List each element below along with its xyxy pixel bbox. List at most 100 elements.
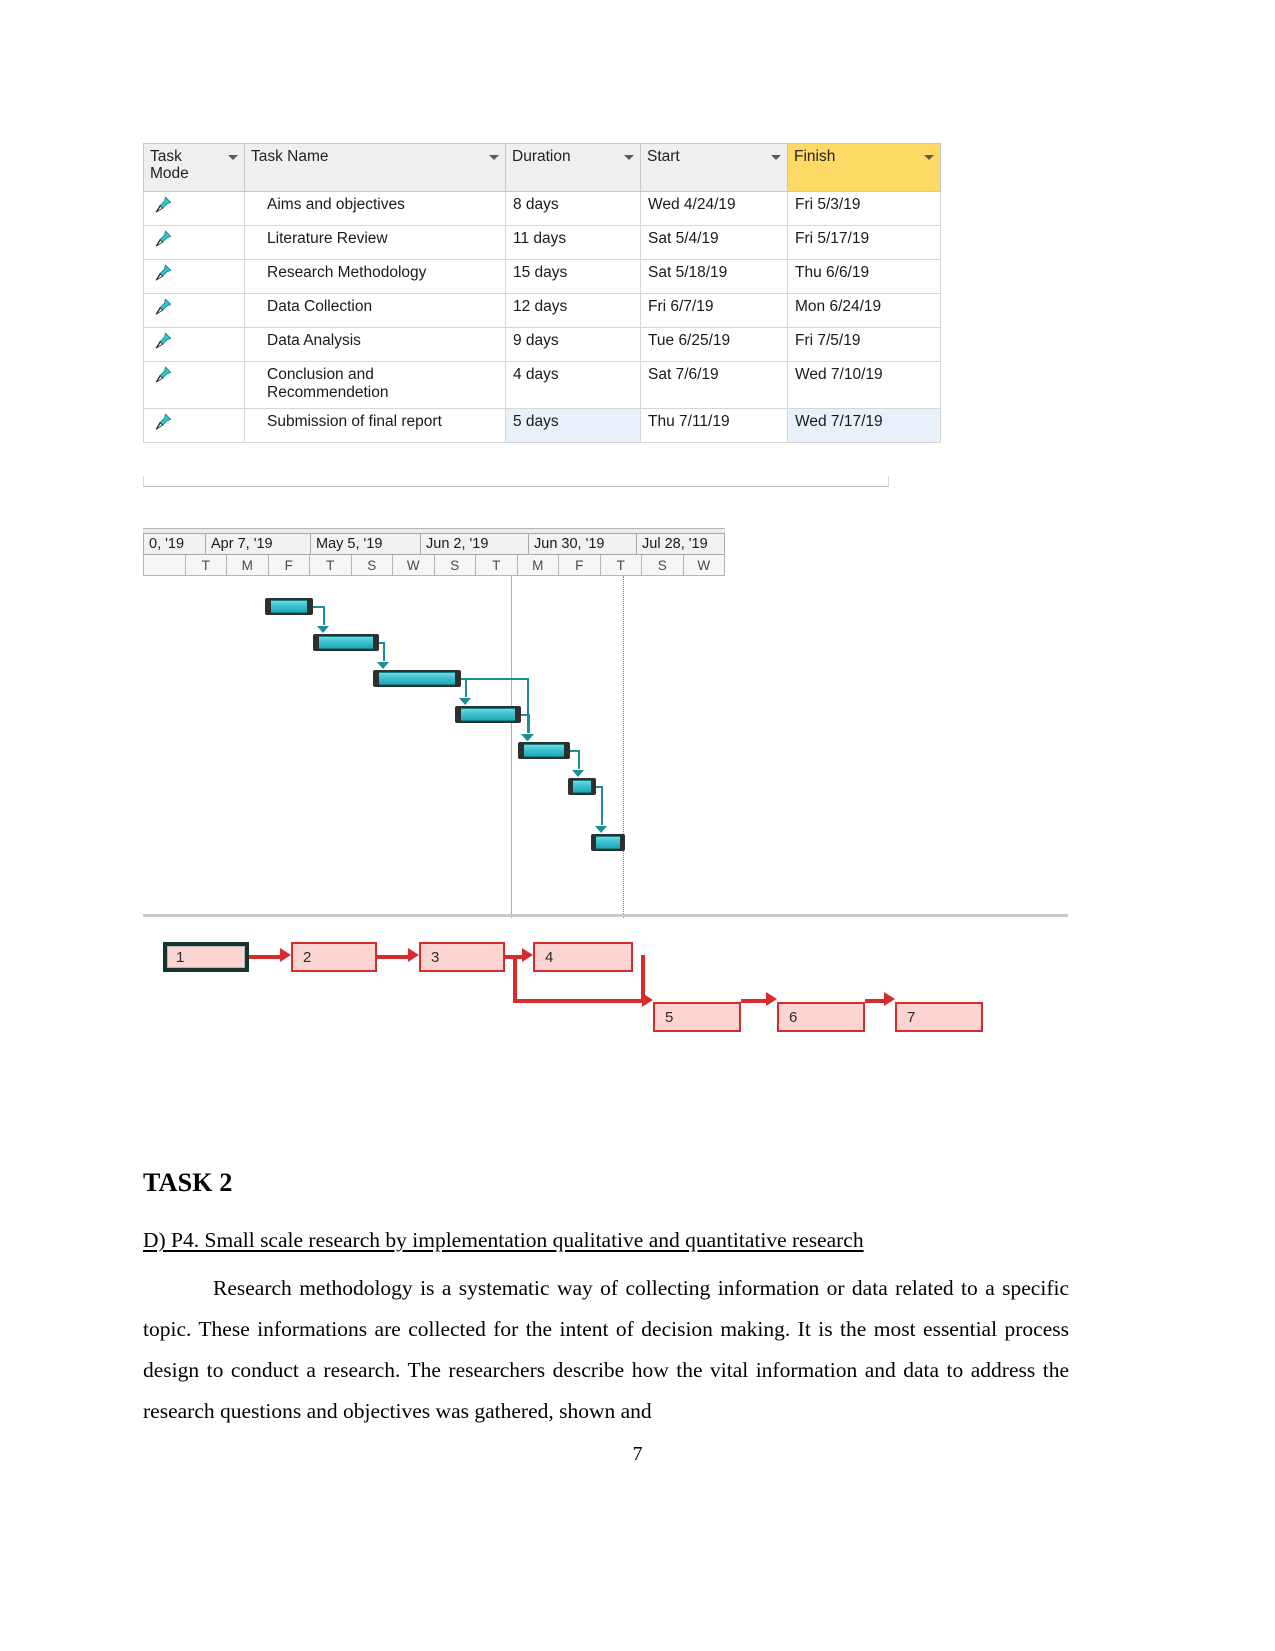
column-header-task-mode-label: Task Mode [150, 148, 189, 183]
cell-task-name[interactable]: Literature Review [244, 224, 506, 260]
network-node[interactable]: 7 [895, 1002, 983, 1032]
table-row[interactable]: Data Collection 12 days Fri 6/7/19 Mon 6/24… [143, 292, 941, 328]
cell-task-name[interactable]: Data Analysis [244, 326, 506, 362]
cell-start[interactable]: Fri 6/7/19 [640, 292, 788, 328]
cell-start[interactable]: Sat 5/4/19 [640, 224, 788, 260]
network-node[interactable]: 2 [291, 942, 377, 972]
cell-duration[interactable]: 5 days [505, 408, 641, 444]
gantt-bar[interactable] [313, 634, 379, 651]
table-row[interactable]: Literature Review 11 days Sat 5/4/19 Fri 5/… [143, 224, 941, 260]
cell-task-mode[interactable] [143, 326, 245, 362]
cell-duration[interactable]: 4 days [505, 360, 641, 410]
column-header-task-name-label: Task Name [251, 148, 329, 165]
cell-task-mode[interactable] [143, 360, 245, 410]
column-header-start[interactable]: Start [640, 143, 788, 192]
cell-duration[interactable]: 9 days [505, 326, 641, 362]
gantt-dependency-arrow [595, 826, 607, 833]
gantt-bar[interactable] [455, 706, 521, 723]
cell-start[interactable]: Wed 4/24/19 [640, 191, 788, 226]
network-edge-arrow [280, 948, 291, 962]
pin-icon [154, 365, 172, 384]
chevron-down-icon[interactable] [771, 155, 781, 160]
network-node[interactable]: 1 [163, 942, 249, 972]
network-edge [641, 999, 642, 1003]
cell-finish[interactable]: Wed 7/10/19 [787, 360, 941, 410]
pin-icon [154, 264, 172, 282]
network-edge [513, 999, 642, 1003]
gantt-dependency-link [570, 750, 578, 752]
gantt-bar[interactable] [591, 834, 625, 851]
gantt-bar[interactable] [568, 778, 596, 795]
cell-start[interactable]: Sat 7/6/19 [640, 360, 788, 410]
cell-task-mode[interactable] [143, 258, 245, 294]
column-header-start-label: Start [647, 148, 680, 165]
chevron-down-icon[interactable] [624, 155, 634, 160]
project-task-table: Task Mode Task Name Duration Start Finis… [143, 143, 941, 444]
gantt-dependency-arrow [377, 662, 389, 669]
timeline-day-cell: T [475, 555, 517, 576]
timeline-month-cell: Jun 30, '19 [528, 533, 636, 555]
gantt-bar[interactable] [518, 742, 570, 759]
network-node-label: 6 [789, 1008, 798, 1026]
cell-finish[interactable]: Mon 6/24/19 [787, 292, 941, 328]
network-node[interactable]: 4 [533, 942, 633, 972]
cell-duration[interactable]: 11 days [505, 224, 641, 260]
gantt-dependency-link [578, 750, 580, 769]
project-table-footer-row [143, 476, 889, 487]
cell-start[interactable]: Tue 6/25/19 [640, 326, 788, 362]
chevron-down-icon[interactable] [924, 155, 934, 160]
cell-task-name[interactable]: Submission of final report [244, 408, 506, 444]
network-edge-arrow [408, 948, 419, 962]
cell-duration[interactable]: 15 days [505, 258, 641, 294]
network-node[interactable]: 6 [777, 1002, 865, 1032]
column-header-duration[interactable]: Duration [505, 143, 641, 192]
column-header-task-name[interactable]: Task Name [244, 143, 506, 192]
table-row[interactable]: Research Methodology 15 days Sat 5/18/19 Th… [143, 258, 941, 294]
chevron-down-icon[interactable] [228, 155, 238, 160]
timeline-day-cell: M [226, 555, 268, 576]
gantt-dependency-link [323, 606, 325, 625]
network-node[interactable]: 3 [419, 942, 505, 972]
cell-task-mode[interactable] [143, 191, 245, 226]
column-header-finish-label: Finish [794, 148, 836, 165]
cell-finish[interactable]: Wed 7/17/19 [787, 408, 941, 444]
cell-task-name[interactable]: Research Methodology [244, 258, 506, 294]
pin-icon [154, 230, 172, 248]
cell-finish[interactable]: Fri 5/17/19 [787, 224, 941, 260]
cell-duration[interactable]: 8 days [505, 191, 641, 226]
table-row[interactable]: Submission of final report 5 days Thu 7/11… [143, 408, 941, 444]
gantt-dependency-link [383, 642, 385, 661]
cell-start[interactable]: Sat 5/18/19 [640, 258, 788, 294]
cell-task-mode[interactable] [143, 292, 245, 328]
cell-start[interactable]: Thu 7/11/19 [640, 408, 788, 444]
cell-finish[interactable]: Thu 6/6/19 [787, 258, 941, 294]
table-row[interactable]: Data Analysis 9 days Tue 6/25/19 Fri 7/5/19 [143, 326, 941, 362]
table-row[interactable]: Conclusion and Recommendetion 4 days Sat 7… [143, 360, 941, 410]
cell-finish[interactable]: Fri 5/3/19 [787, 191, 941, 226]
gantt-dependency-arrow [572, 770, 584, 777]
pin-icon [154, 413, 172, 431]
gantt-dependency-arrow [521, 734, 533, 741]
cell-task-name[interactable]: Aims and objectives [244, 191, 506, 226]
column-header-task-mode[interactable]: Task Mode [143, 143, 245, 192]
cell-task-name[interactable]: Conclusion and Recommendetion [244, 360, 506, 410]
column-header-finish[interactable]: Finish [787, 143, 941, 192]
timeline-month-cell: Jul 28, '19 [636, 533, 725, 555]
gantt-dependency-link [465, 678, 467, 697]
cell-task-mode[interactable] [143, 224, 245, 260]
gantt-dependency-link [527, 678, 529, 733]
gantt-bar[interactable] [265, 598, 313, 615]
network-edge-arrow [522, 948, 533, 962]
network-node-label: 5 [665, 1008, 674, 1026]
chevron-down-icon[interactable] [489, 155, 499, 160]
selection-frame: 1 [163, 942, 249, 972]
network-node[interactable]: 5 [653, 1002, 741, 1032]
cell-duration[interactable]: 12 days [505, 292, 641, 328]
gantt-bar[interactable] [373, 670, 461, 687]
cell-task-mode[interactable] [143, 408, 245, 444]
cell-task-name[interactable]: Data Collection [244, 292, 506, 328]
network-diagram: 1 2 3 4 5 6 7 [143, 930, 1068, 1045]
timeline-day-cell: S [641, 555, 683, 576]
cell-finish[interactable]: Fri 7/5/19 [787, 326, 941, 362]
table-row[interactable]: Aims and objectives 8 days Wed 4/24/19 Fri … [143, 191, 941, 226]
